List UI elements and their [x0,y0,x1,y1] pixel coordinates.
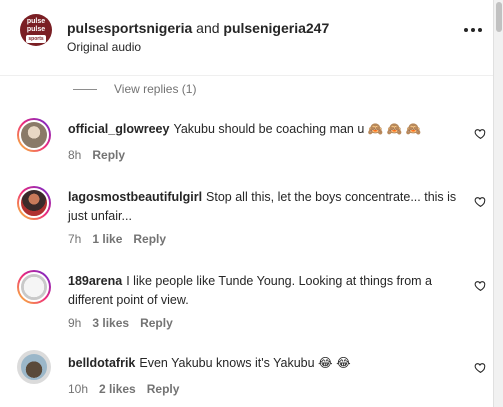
replies-divider [73,88,97,90]
like-heart-icon[interactable] [474,195,487,208]
brand-avatar[interactable]: pulse pulse sports [20,14,52,46]
comment-username[interactable]: belldotafrik [68,356,135,370]
avatar[interactable] [17,270,51,304]
comment-meta: 8h Reply [68,148,125,162]
comment-meta: 9h 3 likes Reply [68,316,173,330]
comment-body: 189arena I like people like Tunde Young. … [68,272,468,310]
author-a-link[interactable]: pulsesportsnigeria [67,20,192,36]
comment-text: I like people like Tunde Young. Looking … [68,274,432,307]
brand-logo-sub: sports [26,34,46,43]
avatar[interactable] [17,350,51,384]
comment-time[interactable]: 9h [68,316,81,330]
comment-username[interactable]: lagosmostbeautifulgirl [68,190,202,204]
scrollbar-thumb[interactable] [496,2,502,32]
comment-username[interactable]: 189arena [68,274,122,288]
post-header: pulse pulse sports pulsesportsnigeria an… [0,0,493,76]
comment-time[interactable]: 10h [68,382,88,396]
comment-text: Yakubu should be coaching man u 🙈 🙈 🙈 [173,122,422,136]
reply-button[interactable]: Reply [92,148,125,162]
scrollbar[interactable] [493,0,503,407]
like-heart-icon[interactable] [474,279,487,292]
likes-count[interactable]: 1 like [92,232,122,246]
more-options-icon[interactable] [464,25,484,35]
comment-time[interactable]: 7h [68,232,81,246]
reply-button[interactable]: Reply [133,232,166,246]
comment-body: official_glowreey Yakubu should be coachi… [68,120,468,139]
like-heart-icon[interactable] [474,361,487,374]
comment-body: belldotafrik Even Yakubu knows it's Yakub… [68,354,468,373]
comment-username[interactable]: official_glowreey [68,122,169,136]
comment-meta: 7h 1 like Reply [68,232,166,246]
avatar[interactable] [17,118,51,152]
comment-meta: 10h 2 likes Reply [68,382,179,396]
reply-button[interactable]: Reply [140,316,173,330]
brand-logo-top: pulse [26,17,46,25]
likes-count[interactable]: 3 likes [92,316,129,330]
post-authors: pulsesportsnigeria and pulsenigeria247 [67,20,329,36]
like-heart-icon[interactable] [474,127,487,140]
avatar[interactable] [17,186,51,220]
audio-label[interactable]: Original audio [67,40,141,54]
view-replies-button[interactable]: View replies (1) [73,82,196,96]
view-replies-label: View replies (1) [114,82,197,96]
reply-button[interactable]: Reply [147,382,180,396]
brand-logo-mid: pulse [26,25,46,33]
comment-time[interactable]: 8h [68,148,81,162]
author-b-link[interactable]: pulsenigeria247 [223,20,329,36]
comment-text: Even Yakubu knows it's Yakubu 😂 😂 [139,356,351,370]
likes-count[interactable]: 2 likes [99,382,136,396]
comment-body: lagosmostbeautifulgirl Stop all this, let… [68,188,468,226]
authors-and: and [192,20,224,36]
